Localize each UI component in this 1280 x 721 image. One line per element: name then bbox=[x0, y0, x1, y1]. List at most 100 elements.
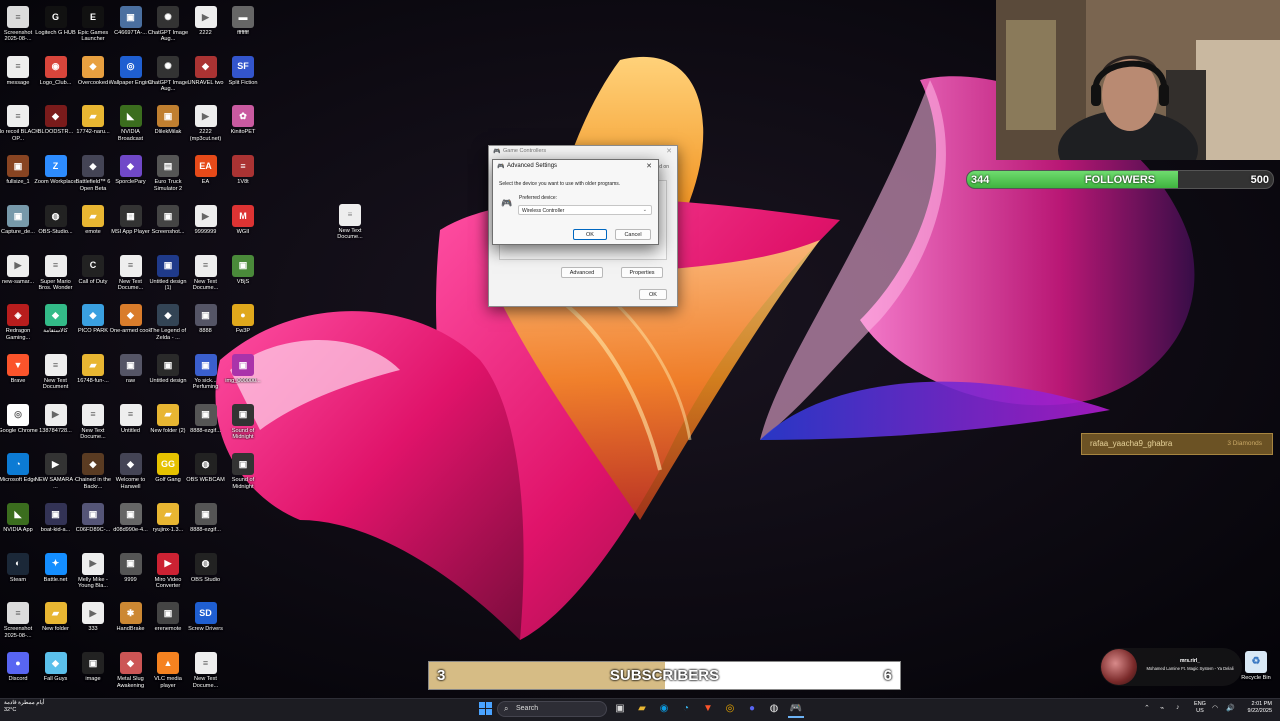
logo-icon: ◉ bbox=[44, 55, 67, 78]
advanced-settings-titlebar: 🎮 Advanced Settings ✕ bbox=[493, 160, 658, 174]
game-icon: ◆ bbox=[119, 155, 142, 178]
desktop-icon-kinitopet[interactable]: ✿ KinitoPET bbox=[221, 105, 265, 135]
advanced-settings-title: Advanced Settings bbox=[507, 163, 558, 169]
close-icon[interactable]: ✕ bbox=[646, 162, 652, 170]
zoom-icon: Z bbox=[44, 155, 67, 178]
desktop-icon-label: Sound of Midnight bbox=[231, 427, 255, 440]
chrome-icon: ◎ bbox=[7, 403, 29, 426]
cancel-button[interactable]: Cancel bbox=[615, 229, 651, 240]
video-icon: ▶ bbox=[194, 6, 217, 28]
game-icon: ◆ bbox=[194, 55, 217, 78]
file-icon: ≡ bbox=[7, 55, 29, 78]
image-icon: ▣ bbox=[194, 353, 217, 376]
chatgpt-icon: ✺ bbox=[157, 6, 179, 28]
game-controllers-titlebar: 🎮 Game Controllers ✕ bbox=[489, 146, 677, 160]
desktop-icon-sound-of-midnight[interactable]: ▣ Sound of Midnight bbox=[221, 453, 265, 490]
video-icon: ▶ bbox=[44, 403, 67, 426]
desktop-icon-new-text-document[interactable]: ≡ New Text Docume... bbox=[334, 204, 366, 241]
language-indicator[interactable]: ENG US bbox=[1192, 701, 1208, 715]
epic-icon: E bbox=[82, 6, 104, 28]
image-icon: ▣ bbox=[157, 254, 179, 277]
video-icon: ▶ bbox=[7, 254, 29, 277]
properties-button[interactable]: Properties bbox=[621, 267, 663, 278]
desktop-icon-label: Fw3P bbox=[235, 328, 251, 335]
start-button[interactable] bbox=[477, 700, 493, 716]
discord-icon[interactable]: ● bbox=[744, 700, 760, 716]
now-playing-song: Mohamed Lamine Ft. Magic System - Ya Del… bbox=[1146, 666, 1234, 671]
file-icon: ≡ bbox=[7, 602, 29, 625]
image-icon: ▣ bbox=[119, 552, 142, 575]
chevron-up-icon[interactable]: ⌃ bbox=[1144, 704, 1150, 712]
desktop-icon-split-fiction[interactable]: SF Split Fiction bbox=[221, 55, 265, 86]
file-icon: ≡ bbox=[194, 652, 217, 675]
file-explorer-icon[interactable]: ▰ bbox=[634, 700, 650, 716]
donation-user: rafaa_yaacha9_ghabra bbox=[1090, 439, 1173, 448]
brave-icon[interactable]: ▼ bbox=[700, 700, 716, 716]
desktop-icon-img-000000[interactable]: ▣ img_000000... bbox=[221, 353, 265, 384]
ok-button[interactable]: OK bbox=[573, 229, 607, 240]
nvidia-icon: ◣ bbox=[119, 105, 142, 128]
truck-icon: ▤ bbox=[157, 155, 179, 178]
desktop-icon-label: Split Fiction bbox=[228, 79, 258, 86]
language-bottom: US bbox=[1196, 708, 1204, 714]
chrome-icon[interactable]: ◎ bbox=[722, 700, 738, 716]
desktop-icon-label: New Text Docume... bbox=[192, 676, 219, 689]
system-clock[interactable]: 2:01 PM 9/22/2025 bbox=[1240, 701, 1272, 715]
windows-icon bbox=[478, 701, 492, 715]
car-icon: ▬ bbox=[232, 6, 254, 28]
controller-taskbar-icon[interactable]: 🎮 bbox=[788, 700, 804, 718]
msi-icon: ▦ bbox=[119, 204, 142, 227]
followers-goal: 500 bbox=[1250, 174, 1269, 186]
desktop-icon-obs-studio[interactable]: ◍ OBS Studio bbox=[184, 552, 228, 583]
desktop-icon-8888-ezgif[interactable]: ▣ 8888-ezgif... bbox=[184, 503, 228, 533]
obs-icon[interactable]: ◍ bbox=[766, 700, 782, 716]
file-icon: ≡ bbox=[44, 254, 67, 277]
folder-icon: ▰ bbox=[157, 403, 179, 426]
desktop-icon-vbjs[interactable]: ▣ VBjS bbox=[221, 254, 265, 285]
subscribers-goal-bar: 3 SUBSCRIBERS 6 bbox=[428, 661, 901, 690]
file-icon: ≡ bbox=[119, 403, 142, 426]
desktop-icon-recycle-bin[interactable]: ♻ Recycle Bin bbox=[1236, 651, 1276, 681]
gg-icon: GG bbox=[157, 453, 179, 476]
desktop-icon-ffffffff[interactable]: ▬ ffffffff bbox=[221, 6, 265, 36]
desktop-icon-new-text-docume[interactable]: ≡ New Text Docume... bbox=[184, 652, 228, 689]
file-icon: ≡ bbox=[7, 105, 29, 128]
preferred-device-label: Preferred device: bbox=[519, 195, 558, 201]
preferred-device-select[interactable]: Wireless Controller ⌄ bbox=[518, 205, 652, 215]
webcam-overlay bbox=[996, 0, 1280, 160]
search-icon: ⌕ bbox=[504, 704, 509, 713]
image-icon: ▣ bbox=[232, 254, 254, 277]
desktop-icon-label: 1V8t bbox=[237, 179, 249, 186]
image-icon: ▣ bbox=[44, 503, 67, 525]
controller-icon: 🎮 bbox=[501, 198, 513, 208]
speaker-icon[interactable]: 🔊 bbox=[1226, 704, 1235, 712]
desktop-icon-screw-drivers[interactable]: SD Screw Drivers bbox=[184, 602, 228, 632]
close-icon[interactable]: ✕ bbox=[666, 147, 672, 155]
desktop-icon-wgii[interactable]: M WGII bbox=[221, 204, 265, 235]
image-icon: ▣ bbox=[82, 503, 104, 525]
ok-button[interactable]: OK bbox=[639, 289, 667, 300]
weather-text: أيام ممطرة قادمة bbox=[4, 700, 45, 706]
desktop-icon-sound-of-midnight[interactable]: ▣ Sound of Midnight bbox=[221, 403, 265, 441]
vlc-icon: ▲ bbox=[157, 652, 179, 675]
game-icon: ◆ bbox=[119, 453, 142, 476]
sf-icon: SF bbox=[232, 55, 254, 78]
edge-taskbar-icon[interactable]: ◔ bbox=[678, 700, 694, 716]
sd-icon: SD bbox=[194, 602, 217, 625]
task-view-icon[interactable]: ▣ bbox=[612, 700, 628, 716]
taskbar-search[interactable]: ⌕ Search bbox=[497, 701, 607, 717]
volume-icon[interactable]: ♪ bbox=[1176, 704, 1180, 711]
advanced-button[interactable]: Advanced bbox=[561, 267, 603, 278]
game-icon: ◆ bbox=[119, 304, 142, 327]
video-icon: ▶ bbox=[194, 105, 217, 128]
image-icon: ▣ bbox=[232, 453, 254, 476]
weather-widget[interactable]: أيام ممطرة قادمة 32°C bbox=[4, 700, 44, 714]
clock-date: 9/22/2025 bbox=[1247, 708, 1272, 714]
network-icon[interactable]: ⌁ bbox=[1160, 704, 1164, 712]
edge-icon[interactable]: ◉ bbox=[656, 700, 672, 716]
wifi-icon[interactable]: ◠ bbox=[1212, 704, 1218, 712]
desktop-icon-1v8t[interactable]: ≡ 1V8t bbox=[221, 155, 265, 185]
desktop-icon-fw3p[interactable]: ● Fw3P bbox=[221, 304, 265, 334]
image-icon: ▣ bbox=[232, 353, 254, 376]
redragon-icon: ◈ bbox=[7, 304, 29, 327]
